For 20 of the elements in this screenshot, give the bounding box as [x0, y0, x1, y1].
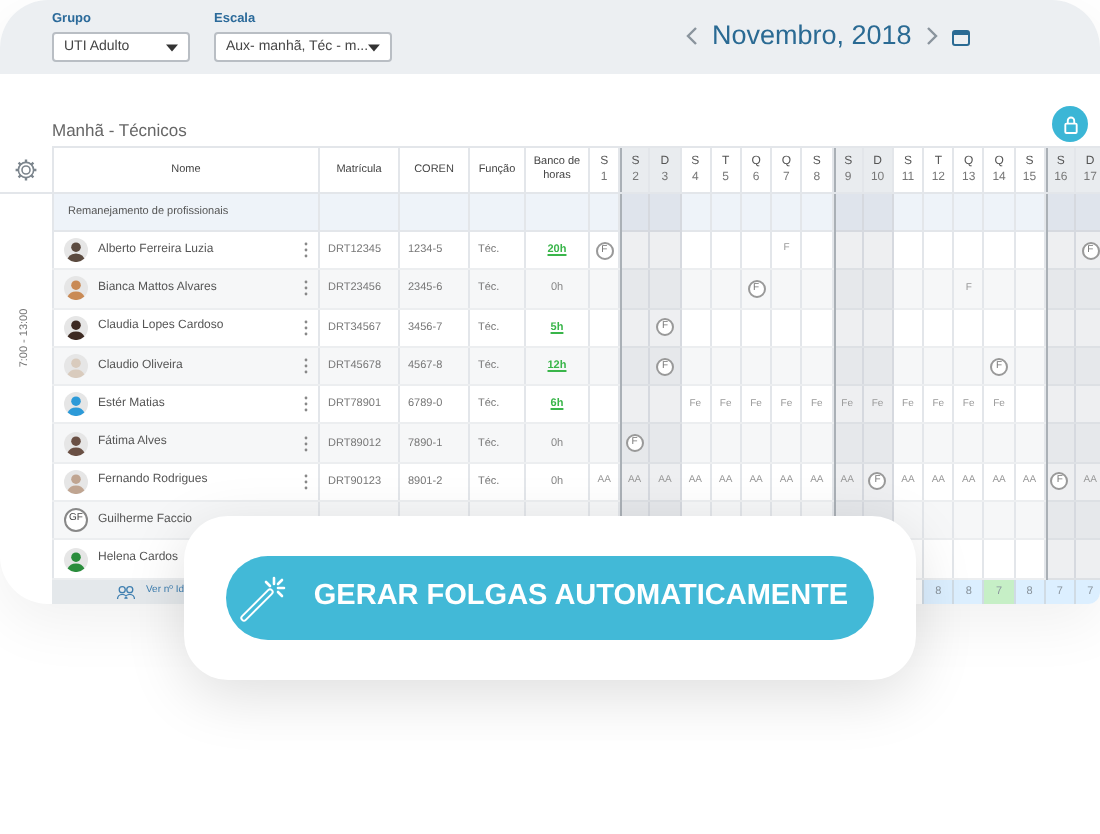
- calendar-icon[interactable]: [951, 27, 970, 45]
- settings-icon[interactable]: [14, 157, 38, 181]
- lock-icon: [1063, 115, 1077, 133]
- avatar-icon: [64, 431, 88, 456]
- avatar-icon: [64, 547, 88, 572]
- caret-icon: [166, 43, 178, 51]
- month-title: Novembro, 2018: [712, 18, 912, 54]
- lock-button[interactable]: [1052, 106, 1088, 142]
- previous-month-button[interactable]: [686, 26, 698, 46]
- next-month-button[interactable]: [925, 26, 938, 46]
- section-title: Manhã - Técnicos: [52, 118, 187, 144]
- people-icon: [116, 583, 136, 600]
- avatar-icon: [64, 469, 88, 494]
- avatar-icon: [64, 315, 88, 340]
- avatar-icon: [64, 354, 88, 379]
- avatar-icon: [64, 392, 88, 417]
- avatar-icon: [64, 276, 88, 301]
- magic-wand-icon: [239, 575, 286, 621]
- caret-icon: [368, 43, 380, 51]
- avatar-icon: [64, 238, 88, 263]
